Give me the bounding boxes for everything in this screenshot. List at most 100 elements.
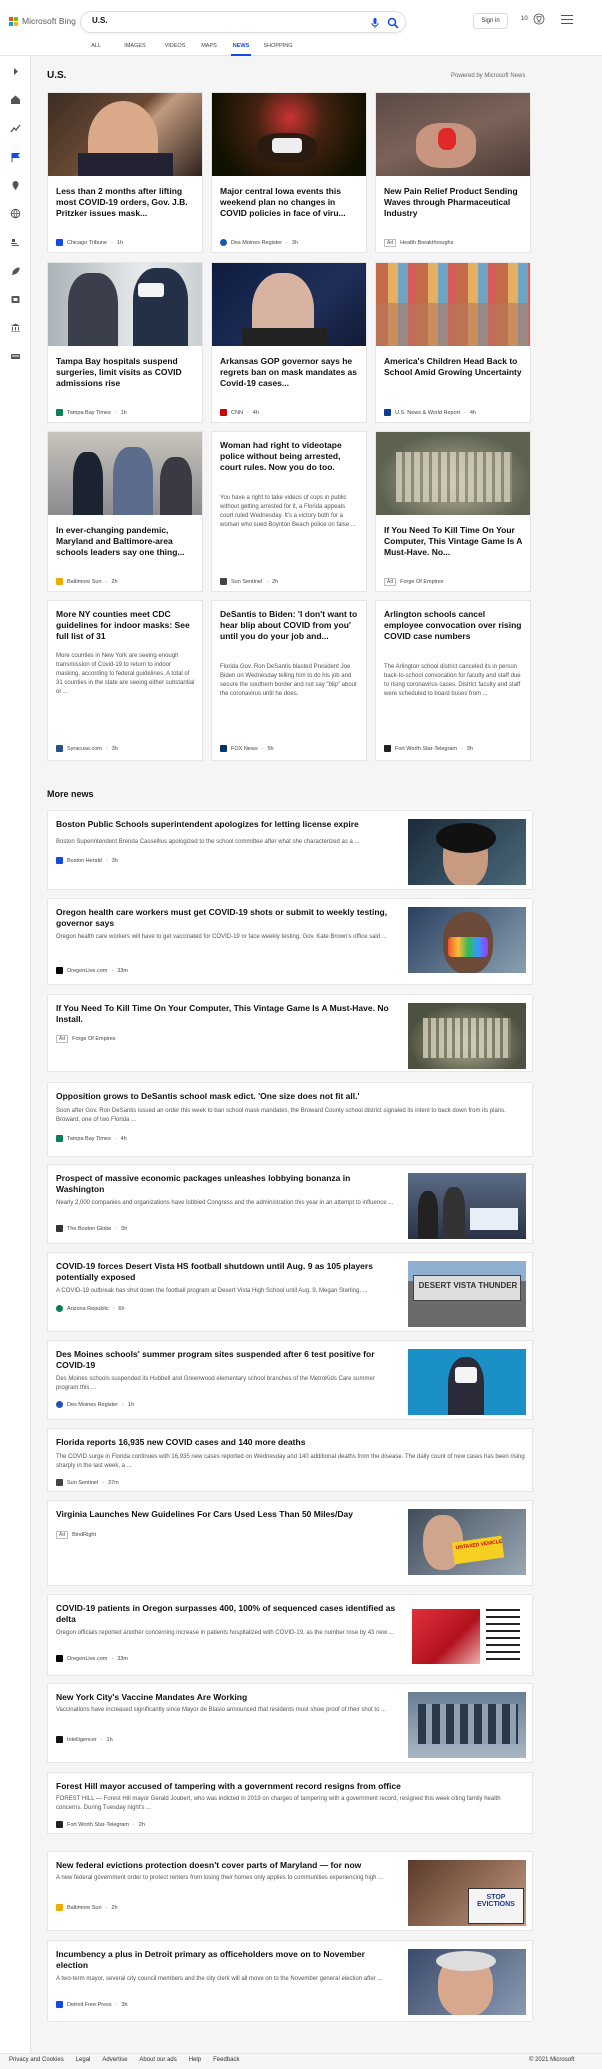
star-telegram-favicon-icon bbox=[56, 1821, 63, 1828]
tab-maps[interactable]: MAPS bbox=[198, 41, 220, 56]
row-title[interactable]: Prospect of massive economic packages un… bbox=[56, 1173, 396, 1195]
section-title: U.S. bbox=[47, 70, 67, 81]
expand-chevron-icon[interactable] bbox=[10, 66, 21, 77]
money-icon[interactable] bbox=[10, 351, 21, 362]
search-icon[interactable] bbox=[387, 17, 399, 29]
row-title[interactable]: Virginia Launches New Guidelines For Car… bbox=[56, 1509, 396, 1520]
card-title[interactable]: Woman had right to videotape police with… bbox=[220, 440, 360, 473]
sign-in-button[interactable]: Sign in bbox=[473, 13, 508, 29]
search-input[interactable] bbox=[92, 16, 342, 25]
footer-link-privacy[interactable]: Privacy and Cookies bbox=[9, 2057, 64, 2063]
row-title[interactable]: Forest Hill mayor accused of tampering w… bbox=[56, 1781, 526, 1792]
microphone-icon[interactable] bbox=[369, 17, 381, 29]
card-title[interactable]: Less than 2 months after lifting most CO… bbox=[56, 186, 196, 219]
row-source: Intelligencer · 1h bbox=[56, 1736, 113, 1743]
news-row[interactable]: New federal evictions protection doesn't… bbox=[47, 1851, 533, 1931]
search-box bbox=[80, 11, 406, 33]
tab-all[interactable]: ALL bbox=[88, 41, 104, 56]
news-row[interactable]: Boston Public Schools superintendent apo… bbox=[47, 810, 533, 890]
rewards-points[interactable]: 10 bbox=[521, 16, 528, 22]
row-title[interactable]: Opposition grows to DeSantis school mask… bbox=[56, 1091, 526, 1102]
news-row[interactable]: Des Moines schools' summer program sites… bbox=[47, 1340, 533, 1420]
us-flag-icon[interactable] bbox=[10, 152, 21, 163]
news-row[interactable]: Florida reports 16,935 new COVID cases a… bbox=[47, 1428, 533, 1492]
location-pin-icon[interactable] bbox=[10, 180, 21, 191]
footer-link-feedback[interactable]: Feedback bbox=[213, 2057, 239, 2063]
tab-shopping[interactable]: SHOPPING bbox=[259, 41, 297, 56]
globe-icon[interactable] bbox=[10, 208, 21, 219]
news-card[interactable]: Arkansas GOP governor says he regrets ba… bbox=[211, 262, 367, 423]
news-row[interactable]: COVID-19 patients in Oregon surpasses 40… bbox=[47, 1594, 533, 1676]
news-card[interactable]: If You Need To Kill Time On Your Compute… bbox=[375, 431, 531, 592]
news-row[interactable]: Oregon health care workers must get COVI… bbox=[47, 898, 533, 985]
intelligencer-favicon-icon bbox=[56, 1736, 63, 1743]
card-title[interactable]: Tampa Bay hospitals suspend surgeries, l… bbox=[56, 356, 196, 389]
top-header: Microsoft Bing Sign in 10 ALL IMAGES VID… bbox=[0, 0, 602, 56]
thunder-sign-text: DESERT VISTA THUNDER bbox=[418, 1281, 518, 1290]
footer-link-about-ads[interactable]: About our ads bbox=[139, 2057, 176, 2063]
news-card[interactable]: America's Children Head Back to School A… bbox=[375, 262, 531, 423]
rewards-trophy-icon[interactable] bbox=[533, 13, 545, 25]
row-image bbox=[408, 1603, 526, 1669]
news-card[interactable]: Tampa Bay hospitals suspend surgeries, l… bbox=[47, 262, 203, 423]
row-image bbox=[408, 1349, 526, 1415]
card-title[interactable]: DeSantis to Biden: 'I don't want to hear… bbox=[220, 609, 360, 642]
science-rocket-icon[interactable] bbox=[10, 266, 21, 277]
card-title[interactable]: If You Need To Kill Time On Your Compute… bbox=[384, 525, 524, 558]
footer-link-advertise[interactable]: Advertise bbox=[102, 2057, 127, 2063]
news-card[interactable]: In ever-changing pandemic, Maryland and … bbox=[47, 431, 203, 592]
news-row[interactable]: Prospect of massive economic packages un… bbox=[47, 1164, 533, 1244]
row-title[interactable]: Florida reports 16,935 new COVID cases a… bbox=[56, 1437, 526, 1448]
row-title[interactable]: Des Moines schools' summer program sites… bbox=[56, 1349, 396, 1371]
row-title[interactable]: COVID-19 forces Desert Vista HS football… bbox=[56, 1261, 396, 1283]
news-row[interactable]: Virginia Launches New Guidelines For Car… bbox=[47, 1500, 533, 1586]
row-title[interactable]: New York City's Vaccine Mandates Are Wor… bbox=[56, 1692, 396, 1703]
news-row[interactable]: New York City's Vaccine Mandates Are Wor… bbox=[47, 1683, 533, 1763]
footer-link-help[interactable]: Help bbox=[189, 2057, 201, 2063]
news-card[interactable]: More NY counties meet CDC guidelines for… bbox=[47, 600, 203, 761]
card-title[interactable]: New Pain Relief Product Sending Waves th… bbox=[384, 186, 524, 219]
hamburger-menu-icon[interactable] bbox=[561, 15, 573, 25]
tab-images[interactable]: IMAGES bbox=[116, 41, 154, 56]
powered-by-label[interactable]: Powered by Microsoft News bbox=[451, 73, 525, 79]
politics-podium-icon[interactable] bbox=[10, 237, 21, 248]
card-title[interactable]: Arkansas GOP governor says he regrets ba… bbox=[220, 356, 360, 389]
tab-news[interactable]: NEWS bbox=[231, 41, 251, 56]
card-title[interactable]: America's Children Head Back to School A… bbox=[384, 356, 524, 378]
card-source: FOX News · 5h bbox=[220, 745, 274, 752]
card-title[interactable]: More NY counties meet CDC guidelines for… bbox=[56, 609, 196, 642]
row-image bbox=[408, 1003, 526, 1069]
news-row[interactable]: Incumbency a plus in Detroit primary as … bbox=[47, 1940, 533, 2022]
card-title[interactable]: Arlington schools cancel employee convoc… bbox=[384, 609, 524, 642]
row-title[interactable]: New federal evictions protection doesn't… bbox=[56, 1860, 396, 1871]
row-source: Ad BindRight bbox=[56, 1531, 96, 1539]
card-title[interactable]: In ever-changing pandemic, Maryland and … bbox=[56, 525, 196, 558]
row-title[interactable]: Oregon health care workers must get COVI… bbox=[56, 907, 396, 929]
news-row[interactable]: Opposition grows to DeSantis school mask… bbox=[47, 1082, 533, 1157]
news-row[interactable]: COVID-19 forces Desert Vista HS football… bbox=[47, 1252, 533, 1332]
home-icon[interactable] bbox=[10, 94, 21, 105]
row-title[interactable]: Incumbency a plus in Detroit primary as … bbox=[56, 1949, 396, 1971]
card-title[interactable]: Major central Iowa events this weekend p… bbox=[220, 186, 360, 219]
news-card[interactable]: Woman had right to videotape police with… bbox=[211, 431, 367, 592]
row-source: Des Moines Register · 1h bbox=[56, 1401, 134, 1408]
business-bank-icon[interactable] bbox=[10, 322, 21, 333]
news-card[interactable]: DeSantis to Biden: 'I don't want to hear… bbox=[211, 600, 367, 761]
row-title[interactable]: COVID-19 patients in Oregon surpasses 40… bbox=[56, 1603, 396, 1625]
news-row[interactable]: If You Need To Kill Time On Your Compute… bbox=[47, 994, 533, 1072]
news-card[interactable]: Arlington schools cancel employee convoc… bbox=[375, 600, 531, 761]
entertainment-icon[interactable] bbox=[10, 294, 21, 305]
row-title[interactable]: Boston Public Schools superintendent apo… bbox=[56, 819, 396, 830]
trending-icon[interactable] bbox=[10, 123, 21, 134]
bing-logo[interactable]: Microsoft Bing bbox=[9, 16, 76, 26]
news-card[interactable]: Less than 2 months after lifting most CO… bbox=[47, 92, 203, 253]
row-title[interactable]: If You Need To Kill Time On Your Compute… bbox=[56, 1003, 396, 1025]
card-source: CNN · 4h bbox=[220, 409, 259, 416]
footer-link-legal[interactable]: Legal bbox=[76, 2057, 91, 2063]
row-snippet: Oregon officials reported another concer… bbox=[56, 1630, 394, 1636]
news-row[interactable]: Forest Hill mayor accused of tampering w… bbox=[47, 1772, 533, 1834]
news-card[interactable]: Major central Iowa events this weekend p… bbox=[211, 92, 367, 253]
tab-videos[interactable]: VIDEOS bbox=[160, 41, 190, 56]
row-snippet: Vaccinations have increased significantl… bbox=[56, 1707, 387, 1713]
news-card[interactable]: New Pain Relief Product Sending Waves th… bbox=[375, 92, 531, 253]
